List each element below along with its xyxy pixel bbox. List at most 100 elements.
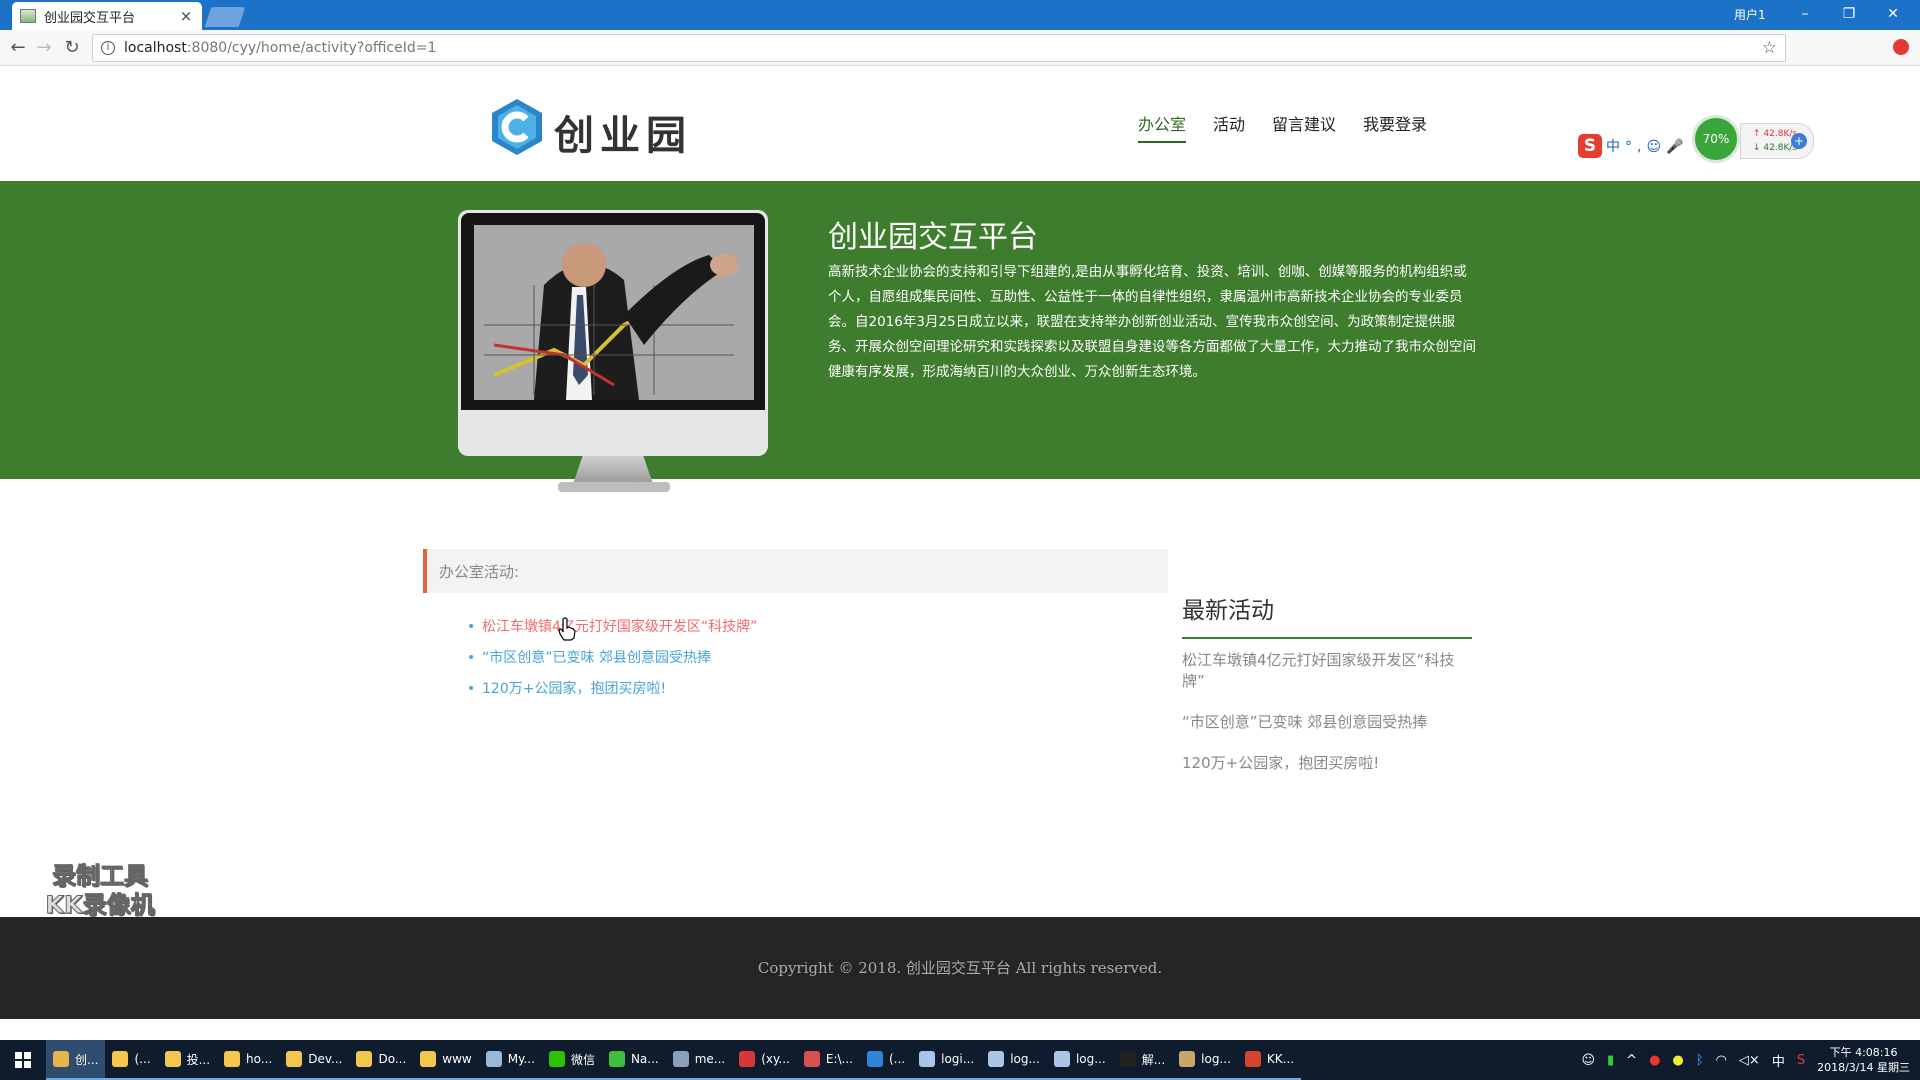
minimize-button[interactable]: – xyxy=(1790,3,1820,25)
taskbar-app[interactable]: 微信 xyxy=(541,1040,602,1080)
app-icon xyxy=(1244,1051,1261,1067)
taskbar-app[interactable]: 投... xyxy=(157,1040,218,1080)
taskbar-app[interactable]: logi... xyxy=(912,1040,982,1080)
app-icon xyxy=(485,1051,502,1067)
battery-icon[interactable]: ▮ xyxy=(1607,1053,1614,1068)
taskbar-app-label: logi... xyxy=(941,1052,975,1066)
back-icon[interactable]: ← xyxy=(6,36,30,60)
hero-imac-image xyxy=(458,210,770,500)
nav-item-suggestions[interactable]: 留言建议 xyxy=(1272,111,1336,143)
recorder-watermark: 录制工具 KK录像机 xyxy=(32,862,168,920)
app-icon xyxy=(164,1051,181,1067)
activity-link[interactable]: 120万+公园家，抱团买房啦! xyxy=(482,681,666,697)
app-icon xyxy=(286,1051,303,1067)
taskbar-app[interactable]: KK... xyxy=(1237,1040,1302,1080)
taskbar-app[interactable]: Dev... xyxy=(279,1040,350,1080)
taskbar-app[interactable]: (xy... xyxy=(732,1040,797,1080)
extension-icon[interactable] xyxy=(1893,39,1909,55)
watermark-line: KK录像机 xyxy=(45,891,155,920)
nav-item-office[interactable]: 办公室 xyxy=(1138,111,1187,143)
taskbar-app-label: KK... xyxy=(1266,1052,1295,1066)
taskbar-app[interactable]: log... xyxy=(1046,1040,1113,1080)
close-window-button[interactable]: ✕ xyxy=(1878,3,1908,25)
watermark-line: 录制工具 xyxy=(52,862,149,891)
new-tab-button[interactable] xyxy=(204,7,246,27)
input-language-indicator[interactable]: 中 xyxy=(1772,1051,1785,1070)
restore-button[interactable]: ❐ xyxy=(1834,3,1864,25)
app-icon xyxy=(1119,1051,1136,1067)
profile-user-label[interactable]: 用户1 xyxy=(1734,6,1766,23)
site-logo-text[interactable]: 创业园 xyxy=(554,103,692,161)
site-info-icon[interactable]: i xyxy=(101,41,115,55)
taskbar-app[interactable]: 创... xyxy=(46,1040,106,1080)
imac-foot xyxy=(558,482,670,492)
tray-app-icon[interactable]: ● xyxy=(1672,1053,1683,1068)
volume-muted-icon[interactable]: ◁× xyxy=(1739,1053,1760,1068)
ime-options[interactable]: 中°,☺🎤 xyxy=(1606,136,1688,156)
taskbar-app[interactable]: E:\... xyxy=(796,1040,860,1080)
forward-icon[interactable]: → xyxy=(32,36,56,60)
banner-title: 创业园交互平台 xyxy=(828,220,1038,255)
taskbar-app-label: My... xyxy=(507,1052,535,1066)
reload-icon[interactable]: ↻ xyxy=(60,36,84,60)
imac-stand xyxy=(573,456,653,484)
site-header: 创业园 办公室 活动 留言建议 我要登录 xyxy=(0,67,1920,181)
taskbar-app[interactable]: (... xyxy=(860,1040,913,1080)
show-hidden-icons-chevron-icon[interactable]: ^ xyxy=(1626,1053,1637,1068)
taskbar-app[interactable]: Do... xyxy=(349,1040,414,1080)
browser-tab-active[interactable]: 创业园交互平台 × xyxy=(12,2,202,30)
bookmark-star-icon[interactable]: ☆ xyxy=(1762,38,1777,58)
ime-toolbar: S 中°,☺🎤 70% ↑ 42.8K/s ↓ 42.8K/s + xyxy=(1576,115,1816,163)
taskbar-app[interactable]: ho... xyxy=(217,1040,280,1080)
activity-link[interactable]: 松江车墩镇4亿元打好国家级开发区“科技牌” xyxy=(482,619,757,635)
taskbar-app[interactable]: www xyxy=(413,1040,479,1080)
url-path: :8080/cyy/home/activity?officeId=1 xyxy=(186,40,437,56)
taskbar-app[interactable]: log... xyxy=(1172,1040,1238,1080)
nav-item-login[interactable]: 我要登录 xyxy=(1363,111,1427,143)
site-logo-icon[interactable] xyxy=(490,97,544,157)
taskbar-app-label: 微信 xyxy=(570,1052,595,1067)
network-speed-widget: ↑ 42.8K/s ↓ 42.8K/s + xyxy=(1740,123,1814,159)
sogou-tray-icon[interactable]: S xyxy=(1797,1053,1805,1068)
system-clock[interactable]: 下午 4:08:16 2018/3/14 星期三 xyxy=(1817,1045,1910,1075)
tab-title: 创业园交互平台 xyxy=(44,10,136,26)
antivirus-icon[interactable]: ● xyxy=(1649,1053,1660,1068)
sogou-ime-icon[interactable]: S xyxy=(1578,134,1602,158)
tab-close-icon[interactable]: × xyxy=(178,7,194,25)
taskbar-app[interactable]: My... xyxy=(478,1040,542,1080)
taskbar-app-label: ho... xyxy=(246,1052,273,1066)
nav-item-activities[interactable]: 活动 xyxy=(1213,111,1245,143)
page-favicon-icon xyxy=(20,9,36,23)
address-url[interactable]: localhost:8080/cyy/home/activity?officeI… xyxy=(124,40,1762,56)
bluetooth-icon[interactable]: ᛒ xyxy=(1696,1053,1704,1068)
hand-cursor-icon xyxy=(558,617,576,641)
taskbar-app[interactable]: 解... xyxy=(1112,1040,1173,1080)
taskbar-app-label: Dev... xyxy=(308,1052,343,1066)
latest-activity-item[interactable]: 松江车墩镇4亿元打好国家级开发区“科技牌” xyxy=(1182,650,1472,692)
app-icon xyxy=(53,1051,69,1067)
wifi-icon[interactable]: ◠ xyxy=(1716,1053,1727,1068)
taskbar-app[interactable]: Na... xyxy=(601,1040,666,1080)
activity-link[interactable]: “市区创意”已变味 郊县创意园受热捧 xyxy=(482,650,711,666)
app-icon xyxy=(112,1051,129,1067)
people-icon[interactable]: ☺ xyxy=(1581,1053,1595,1068)
footer-copyright: Copyright © 2018. 创业园交互平台 All rights res… xyxy=(757,959,1163,977)
memory-gauge-widget[interactable]: 70% xyxy=(1692,115,1740,163)
taskbar-app-label: Do... xyxy=(378,1052,407,1066)
taskbar-app[interactable]: (... xyxy=(105,1040,158,1080)
latest-activity-item[interactable]: 120万+公园家，抱团买房啦! xyxy=(1182,753,1472,774)
taskbar-app-label: 创... xyxy=(75,1052,99,1067)
office-activity-list: 松江车墩镇4亿元打好国家级开发区“科技牌” “市区创意”已变味 郊县创意园受热捧… xyxy=(467,612,757,705)
start-button[interactable] xyxy=(0,1040,46,1080)
taskbar-app[interactable]: log... xyxy=(981,1040,1047,1080)
taskbar-app-label: (xy... xyxy=(761,1052,790,1066)
taskbar-apps: 创... (... 投... ho... Dev... Do... www My... 微信 Na… xyxy=(46,1040,1302,1080)
browser-toolbar: ← → ↻ i localhost:8080/cyy/home/activity… xyxy=(0,30,1920,66)
latest-activity-item[interactable]: “市区创意”已变味 郊县创意园受热捧 xyxy=(1182,712,1472,733)
speed-expand-icon[interactable]: + xyxy=(1791,133,1807,149)
address-bar[interactable]: i localhost:8080/cyy/home/activity?offic… xyxy=(92,34,1786,62)
browser-titlebar: 创业园交互平台 × 用户1 – ❐ ✕ xyxy=(0,0,1920,30)
taskbar-app-label: log... xyxy=(1201,1052,1231,1066)
taskbar-app[interactable]: me... xyxy=(665,1040,733,1080)
app-icon xyxy=(1179,1051,1196,1067)
